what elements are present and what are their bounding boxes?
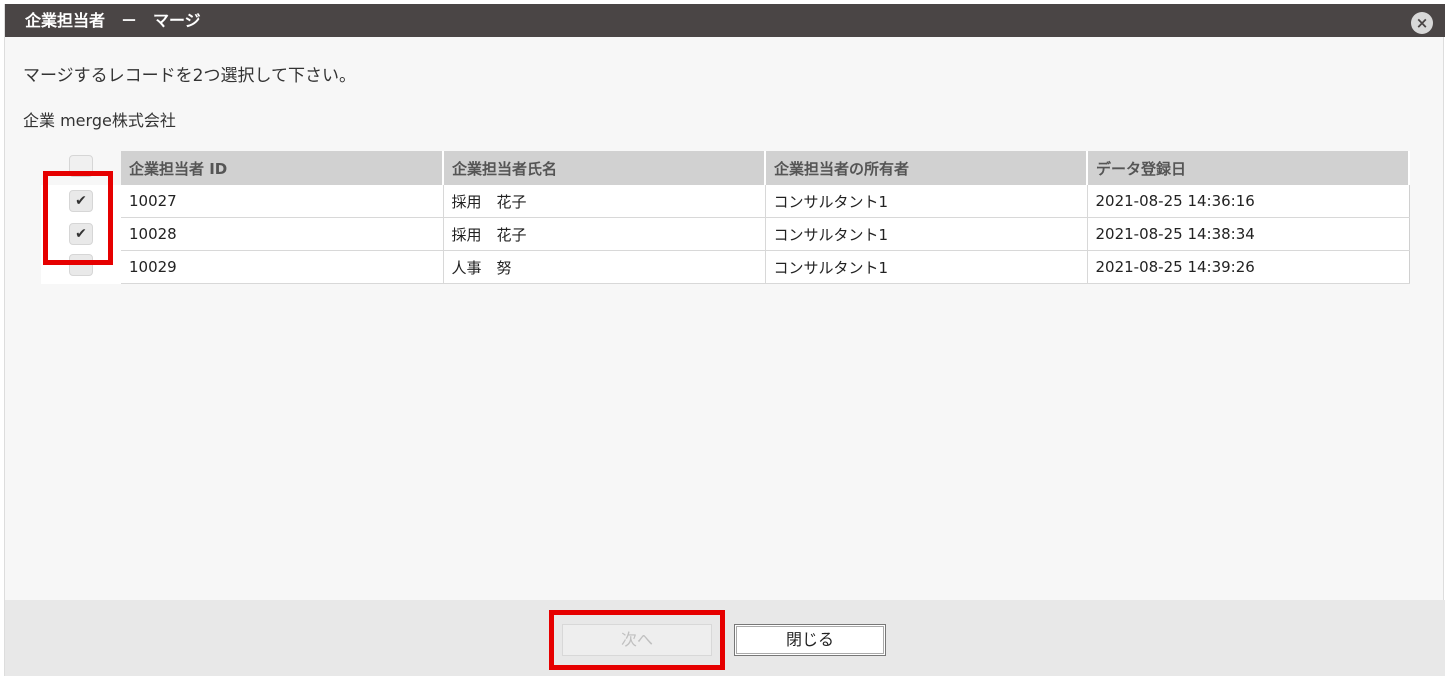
cell-id: 10029 [121,250,444,284]
dialog-footer: 次へ 閉じる [5,600,1445,676]
cell-name: 採用 花子 [443,217,766,251]
cell-name: 人事 努 [443,250,766,284]
close-button[interactable]: 閉じる [734,624,886,656]
cell-id: 10027 [121,185,444,218]
table-row: ✔ 10028 採用 花子 コンサルタント1 2021-08-25 14:38:… [41,217,1410,251]
row-checkbox-cell: ✔ [41,185,121,218]
cell-date: 2021-08-25 14:36:16 [1087,185,1410,218]
table-row: 10029 人事 努 コンサルタント1 2021-08-25 14:39:26 [41,250,1410,284]
instruction-text: マージするレコードを2つ選択して下さい。 [23,66,356,86]
cell-owner: コンサルタント1 [765,185,1088,218]
column-header-owner[interactable]: 企業担当者の所有者 [765,151,1088,185]
cell-date: 2021-08-25 14:39:26 [1087,250,1410,284]
select-all-cell [41,151,121,185]
cell-name: 採用 花子 [443,185,766,218]
row-checkbox-cell: ✔ [41,217,121,251]
select-all-checkbox[interactable] [69,155,93,177]
merge-dialog: 企業担当者 － マージ × マージするレコードを2つ選択して下さい。 企業 me… [4,4,1445,676]
cell-owner: コンサルタント1 [765,250,1088,284]
column-header-name[interactable]: 企業担当者氏名 [443,151,766,185]
cell-id: 10028 [121,217,444,251]
cell-date: 2021-08-25 14:38:34 [1087,217,1410,251]
dialog-title: 企業担当者 － マージ [25,11,201,30]
row-checkbox-cell [41,250,121,284]
contacts-table: 企業担当者 ID 企業担当者氏名 企業担当者の所有者 データ登録日 ✔ 1002… [41,151,1410,284]
table-row: ✔ 10027 採用 花子 コンサルタント1 2021-08-25 14:36:… [41,185,1410,218]
row-checkbox[interactable]: ✔ [69,223,93,245]
next-button[interactable]: 次へ [562,624,712,656]
close-icon[interactable]: × [1411,12,1433,34]
contacts-table-wrap: 企業担当者 ID 企業担当者氏名 企業担当者の所有者 データ登録日 ✔ 1002… [41,151,1410,284]
row-checkbox[interactable]: ✔ [69,190,93,213]
table-header-row: 企業担当者 ID 企業担当者氏名 企業担当者の所有者 データ登録日 [41,151,1410,185]
column-header-date[interactable]: データ登録日 [1087,151,1410,185]
column-header-id[interactable]: 企業担当者 ID [121,151,444,185]
company-name: 企業 merge株式会社 [23,111,176,130]
dialog-titlebar: 企業担当者 － マージ × [5,4,1445,37]
cell-owner: コンサルタント1 [765,217,1088,251]
row-checkbox[interactable] [69,254,93,276]
